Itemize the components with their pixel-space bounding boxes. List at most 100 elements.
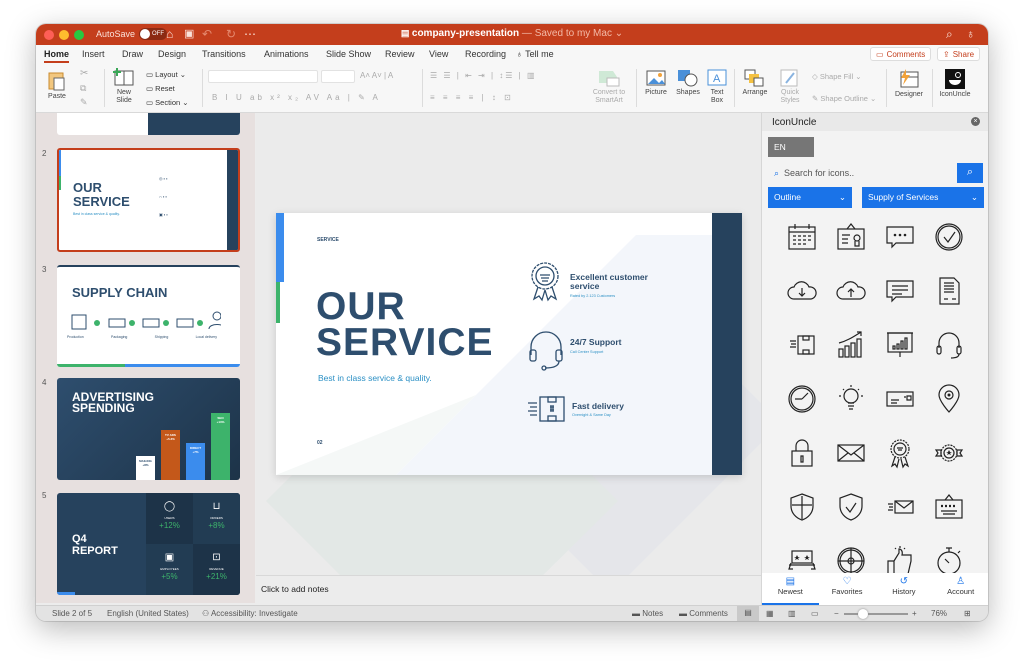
feature-title[interactable]: Fast delivery	[572, 401, 624, 411]
tab-animations[interactable]: Animations	[264, 49, 309, 59]
zoom-slider[interactable]	[844, 609, 908, 619]
envelope-icon[interactable]	[835, 437, 867, 469]
certificate-icon[interactable]	[835, 221, 867, 253]
lightbulb-icon[interactable]	[835, 383, 867, 415]
slide-thumbnail-pane[interactable]: 2 OUR SERVICE Best in class service & qu…	[36, 113, 255, 603]
font-name-select[interactable]	[208, 70, 318, 83]
feature-subtitle[interactable]: Overnight & Same Day	[572, 413, 611, 417]
layout-button[interactable]: ▭ Layout ⌄	[146, 68, 189, 82]
copy-icon[interactable]: ⧉	[80, 83, 86, 94]
slide-editor-canvas[interactable]: SERVICE OUR SERVICE Best in class servic…	[256, 113, 761, 575]
shape-fill-button[interactable]: ◇ Shape Fill ⌄	[812, 72, 862, 81]
headset-icon[interactable]	[933, 329, 965, 361]
card-icon[interactable]	[884, 383, 916, 415]
fit-to-window-button[interactable]: ⊞	[964, 609, 971, 618]
tab-review[interactable]: Review	[385, 49, 415, 59]
font-format-buttons[interactable]: B I U ab x² x₂ AV Aa | ✎ A	[212, 93, 381, 102]
iconuncle-button[interactable]: IconUncle	[936, 69, 974, 99]
slide-subtitle[interactable]: Best in class service & quality.	[318, 373, 432, 383]
stars-banner-icon[interactable]	[786, 545, 818, 573]
zoom-out-button[interactable]: −	[834, 609, 839, 618]
slide-thumbnail-2[interactable]: OUR SERVICE Best in class service & qual…	[57, 148, 240, 252]
growth-chart-icon[interactable]	[835, 329, 867, 361]
icon-results-grid[interactable]	[762, 213, 988, 573]
fast-mail-icon[interactable]	[884, 491, 916, 523]
tell-me-field[interactable]: ♁ Tell me	[516, 49, 554, 59]
stopwatch-icon[interactable]	[933, 545, 965, 573]
shield-check-icon[interactable]	[835, 491, 867, 523]
text-box-button[interactable]: A Text Box	[705, 69, 729, 105]
tab-recording[interactable]: Recording	[465, 49, 506, 59]
paste-button[interactable]: Paste	[44, 69, 70, 101]
shape-outline-button[interactable]: ✎ Shape Outline ⌄	[812, 94, 876, 103]
picture-button[interactable]: Picture	[641, 69, 671, 97]
feature-subtitle[interactable]: Call Center Support	[570, 350, 603, 354]
location-pin-icon[interactable]	[933, 383, 965, 415]
zoom-level[interactable]: 76%	[931, 609, 947, 618]
slide-thumbnail-4[interactable]: ADVERTISING SPENDING MAILING +8% TV ADS +5.…	[57, 378, 240, 480]
zoom-slider-handle[interactable]	[858, 609, 869, 619]
tab-home[interactable]: Home	[44, 49, 70, 63]
notes-pane[interactable]: Click to add notes	[256, 575, 761, 605]
slide-thumbnail-3[interactable]: SUPPLY CHAIN Production Packaging Shippi…	[57, 265, 240, 367]
slide-thumbnail-5[interactable]: Q4 REPORT ◯ USERS +12% ⊔ ORDERS +8% ▣ EMPLOYEES…	[57, 493, 240, 595]
lock-icon[interactable]	[786, 437, 818, 469]
language-indicator[interactable]: English (United States)	[107, 609, 189, 618]
section-button[interactable]: ▭ Section ⌄	[146, 96, 189, 110]
language-button[interactable]: EN	[768, 137, 814, 157]
notes-toggle[interactable]: ▬ Notes	[632, 609, 663, 618]
notes-placeholder[interactable]: Click to add notes	[261, 584, 329, 594]
chat-dots-icon[interactable]	[884, 221, 916, 253]
font-size-controls[interactable]: A˄ A˅ | A	[360, 71, 393, 80]
award-icon[interactable]	[884, 437, 916, 469]
feature-subtitle[interactable]: Rated by 2.123 Customers	[570, 294, 615, 298]
tab-transitions[interactable]: Transitions	[202, 49, 246, 59]
presentation-icon[interactable]	[884, 329, 916, 361]
feature-title-cont[interactable]: service	[570, 282, 648, 291]
tab-draw[interactable]: Draw	[122, 49, 143, 59]
share-people-icon[interactable]: ♁	[966, 27, 975, 41]
format-painter-icon[interactable]: ✎	[80, 97, 88, 108]
style-select[interactable]: Outline ⌄	[768, 187, 852, 208]
calendar-icon[interactable]	[786, 221, 818, 253]
close-panel-icon[interactable]: ×	[971, 117, 980, 126]
slide-title-line1[interactable]: OUR	[316, 287, 494, 326]
accessibility-button[interactable]: ⚇ Accessibility: Investigate	[202, 609, 298, 618]
feature-title[interactable]: 24/7 Support	[570, 337, 621, 347]
tab-design[interactable]: Design	[158, 49, 186, 59]
target-icon[interactable]	[835, 545, 867, 573]
reading-view-button[interactable]: ▥	[788, 609, 796, 618]
slide-show-button[interactable]: ▭	[811, 609, 819, 618]
slide-kicker[interactable]: SERVICE	[317, 237, 339, 243]
document-icon[interactable]	[933, 275, 965, 307]
cloud-upload-icon[interactable]	[835, 275, 867, 307]
clock-icon[interactable]	[786, 383, 818, 415]
tab-insert[interactable]: Insert	[82, 49, 105, 59]
slide-title-line2[interactable]: SERVICE	[316, 323, 494, 362]
new-slide-button[interactable]: New Slide	[110, 67, 138, 105]
rating-board-icon[interactable]	[933, 491, 965, 523]
tab-slide-show[interactable]: Slide Show	[326, 49, 371, 59]
zoom-in-button[interactable]: +	[912, 609, 917, 618]
reset-button[interactable]: ▭ Reset	[146, 82, 189, 96]
check-circle-icon[interactable]	[933, 221, 965, 253]
icon-search-field[interactable]: ⌕ Search for icons..	[768, 163, 953, 183]
slide-sorter-button[interactable]: ▦	[766, 609, 774, 618]
star-badge-icon[interactable]	[933, 437, 965, 469]
comments-toggle[interactable]: ▬ Comments	[679, 609, 728, 618]
category-select[interactable]: Supply of Services ⌄	[862, 187, 984, 208]
align-buttons[interactable]: ≡ ≡ ≡ ≡ | ↕ ⊡	[430, 93, 514, 102]
search-icon[interactable]: ⌕	[946, 27, 953, 42]
document-title[interactable]: ▤ company-presentation — Saved to my Mac…	[36, 28, 988, 39]
font-size-select[interactable]	[321, 70, 355, 83]
cloud-download-icon[interactable]	[786, 275, 818, 307]
comments-button[interactable]: ▭ Comments	[870, 47, 932, 61]
convert-smartart-button[interactable]: Convert to SmartArt	[586, 69, 632, 105]
icon-search-button[interactable]: ⌕	[957, 163, 983, 183]
shield-icon[interactable]	[786, 491, 818, 523]
shapes-button[interactable]: Shapes	[673, 69, 703, 97]
designer-button[interactable]: Designer	[891, 69, 927, 99]
list-buttons[interactable]: ☰ ☰ | ⇤ ⇥ | ↕☰ | ▥	[430, 71, 537, 80]
tab-view[interactable]: View	[429, 49, 448, 59]
footer-tab-newest[interactable]: ▤ Newest	[762, 573, 819, 605]
